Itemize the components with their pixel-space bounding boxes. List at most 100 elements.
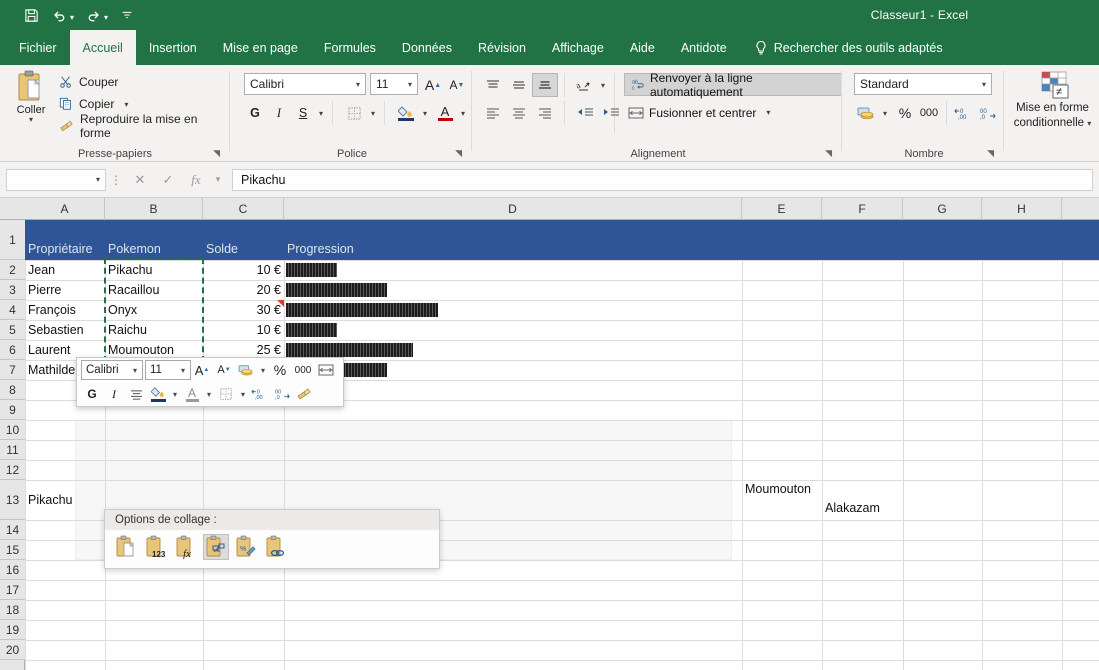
paste-formulas[interactable]: fx — [173, 534, 199, 560]
mini-fill-color-icon[interactable] — [147, 383, 169, 405]
mini-accounting-format-icon[interactable] — [235, 359, 257, 381]
shrink-font-icon[interactable]: A ▼ — [446, 73, 468, 97]
mini-accounting-dropdown-icon[interactable]: ▾ — [257, 359, 269, 381]
copy-dropdown-icon[interactable]: ▾ — [124, 100, 128, 109]
font-size-dropdown-icon[interactable]: ▾ — [408, 80, 412, 89]
mini-increase-decimal-icon[interactable]: 0,00 — [249, 383, 271, 405]
row-header-12[interactable]: 12 — [0, 460, 25, 480]
number-dialog-launcher[interactable]: ◥ — [987, 148, 994, 159]
cell-B5[interactable]: Raichu — [105, 320, 203, 340]
header-cell-B1[interactable]: Pokemon — [105, 220, 203, 260]
spreadsheet-grid[interactable]: ABCDEFGH 1 2 3 4 5 6 7 8 9 10 11 12 13 14 15 16 17 18 19 20… — [0, 198, 1099, 670]
font-color-dropdown-icon[interactable]: ▾ — [456, 101, 470, 125]
header-cell-D1[interactable]: Progression — [284, 220, 742, 260]
borders-icon[interactable] — [342, 101, 366, 125]
cell-C4[interactable]: 30 € — [203, 300, 284, 320]
row-header-13[interactable]: 13 — [0, 480, 25, 520]
cell-A13[interactable]: Pikachu — [25, 480, 105, 520]
row-header-3[interactable]: 3 — [0, 280, 25, 300]
row-header-11[interactable]: 11 — [0, 440, 25, 460]
mini-grow-font-icon[interactable]: A ▲ — [191, 359, 213, 381]
insert-function-icon[interactable]: fx — [182, 169, 210, 191]
cell-C3[interactable]: 20 € — [203, 280, 284, 300]
cell-A5[interactable]: Sebastien — [25, 320, 105, 340]
cell-E13[interactable]: Moumouton — [742, 480, 822, 520]
mini-percent-style-icon[interactable]: % — [269, 359, 291, 381]
bold-icon[interactable]: G — [244, 101, 266, 125]
merge-dropdown-icon[interactable]: ▾ — [766, 108, 770, 117]
paste-values[interactable]: 123 — [143, 534, 169, 560]
cell-A2[interactable]: Jean — [25, 260, 105, 280]
align-bottom-icon[interactable] — [532, 73, 558, 97]
column-header-H[interactable]: H — [982, 198, 1062, 220]
cell-F13[interactable]: Alakazam — [822, 480, 903, 520]
font-color-icon[interactable]: A — [434, 101, 456, 125]
formula-bar-expand-icon[interactable]: ▾ — [210, 169, 226, 191]
merge-center-button[interactable]: Fusionner et centrer ▾ — [624, 101, 774, 124]
row-header-10[interactable]: 10 — [0, 420, 25, 440]
mini-thousands-separator-icon[interactable]: 000 — [291, 359, 315, 381]
conditional-formatting-button[interactable]: ≠ Mise en forme conditionnelle ▾ — [1006, 71, 1099, 131]
align-center-icon[interactable] — [506, 101, 532, 125]
fill-color-icon[interactable] — [394, 101, 418, 125]
tab-affichage[interactable]: Affichage — [539, 30, 617, 65]
column-header-D[interactable]: D — [284, 198, 742, 220]
cell-B2[interactable]: Pikachu — [105, 260, 203, 280]
paste-options-popup[interactable]: Options de collage : 123 fx% — [104, 509, 440, 569]
font-size-input[interactable]: 11 ▾ — [370, 73, 418, 95]
column-header-F[interactable]: F — [822, 198, 903, 220]
font-name-dropdown-icon[interactable]: ▾ — [356, 80, 360, 89]
paste-transpose[interactable] — [203, 534, 229, 560]
row-header-4[interactable]: 4 — [0, 300, 25, 320]
mini-borders-icon[interactable] — [215, 383, 237, 405]
clipboard-scissors-button[interactable]: Couper — [56, 71, 230, 93]
cell-C2[interactable]: 10 € — [203, 260, 284, 280]
row-header-18[interactable]: 18 — [0, 600, 25, 620]
mini-bold-icon[interactable]: G — [81, 383, 103, 405]
formula-input[interactable]: Pikachu — [232, 168, 1093, 191]
decrease-indent-icon[interactable] — [572, 101, 598, 125]
mini-shrink-font-icon[interactable]: A ▼ — [213, 359, 235, 381]
paste-formatting[interactable]: % — [233, 534, 259, 560]
row-header-15[interactable]: 15 — [0, 540, 25, 560]
conditional-formatting-dropdown-icon[interactable]: ▾ — [1087, 119, 1091, 128]
row-header-14[interactable]: 14 — [0, 520, 25, 540]
currency-dropdown-icon[interactable]: ▾ — [878, 101, 892, 125]
column-header-A[interactable]: A — [25, 198, 105, 220]
row-header-19[interactable]: 19 — [0, 620, 25, 640]
row-header-7[interactable]: 7 — [0, 360, 25, 380]
cancel-icon[interactable]: ✕ — [126, 169, 154, 191]
tab-aide[interactable]: Aide — [617, 30, 668, 65]
mini-merge-cells-icon[interactable] — [315, 359, 337, 381]
row-header-2[interactable]: 2 — [0, 260, 25, 280]
font-dialog-launcher[interactable]: ◥ — [455, 148, 462, 159]
mini-italic-icon[interactable]: I — [103, 383, 125, 405]
fill-color-dropdown-icon[interactable]: ▾ — [418, 101, 432, 125]
tab-antidote[interactable]: Antidote — [668, 30, 740, 65]
thousands-separator-icon[interactable]: 000 — [916, 101, 942, 125]
confirm-icon[interactable]: ✓ — [154, 169, 182, 191]
underline-dropdown-icon[interactable]: ▾ — [314, 101, 328, 125]
mini-font-color-icon[interactable]: A — [181, 383, 203, 405]
tab-accueil[interactable]: Accueil — [69, 30, 136, 65]
header-cell-A1[interactable]: Propriétaire — [25, 220, 105, 260]
mini-borders-dropdown-icon[interactable]: ▾ — [237, 383, 249, 405]
column-header-G[interactable]: G — [903, 198, 982, 220]
paste-keep-source-formatting[interactable] — [113, 534, 139, 560]
mini-center-align-icon[interactable] — [125, 383, 147, 405]
borders-dropdown-icon[interactable]: ▾ — [366, 101, 380, 125]
mini-font-name-dropdown-icon[interactable]: ▾ — [133, 366, 137, 375]
row-header-5[interactable]: 5 — [0, 320, 25, 340]
mini-format-toolbar[interactable]: Calibri ▾ 11 ▾ A ▲ A ▼ ▾ % 000 G I ▾ A ▾… — [76, 357, 344, 407]
column-header-B[interactable]: B — [105, 198, 203, 220]
row-header-9[interactable]: 9 — [0, 400, 25, 420]
cell-B3[interactable]: Racaillou — [105, 280, 203, 300]
align-right-icon[interactable] — [532, 101, 558, 125]
mini-font-name-input[interactable]: Calibri ▾ — [81, 360, 143, 380]
row-header-8[interactable]: 8 — [0, 380, 25, 400]
tab-donnees[interactable]: Données — [389, 30, 465, 65]
tell-me-box[interactable]: Rechercher des outils adaptés — [740, 30, 943, 65]
increase-decimal-icon[interactable]: 0,00 — [952, 101, 976, 125]
percent-style-icon[interactable]: % — [894, 101, 916, 125]
align-middle-icon[interactable] — [506, 73, 532, 97]
